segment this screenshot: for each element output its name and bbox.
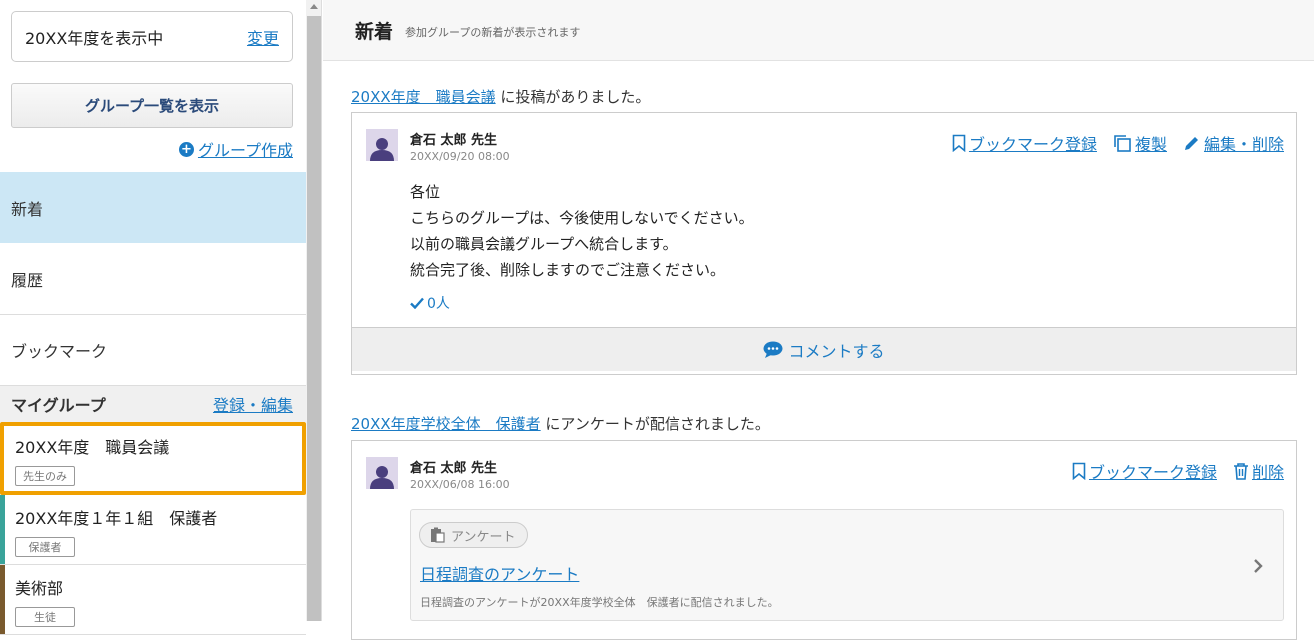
post-actions: ブックマーク登録 削除 [1072, 459, 1284, 483]
mygroup-edit-link[interactable]: 登録・編集 [213, 392, 293, 416]
mygroup-header: マイグループ 登録・編集 [0, 386, 306, 422]
survey-description: 日程調査のアンケートが20XX年度学校全体 保護者に配信されました。 [420, 596, 779, 609]
scrollbar-thumb[interactable] [307, 16, 321, 621]
group-name: 美術部 [15, 579, 64, 598]
copy-label: 複製 [1134, 135, 1167, 154]
pencil-icon [1184, 137, 1198, 150]
group-color-bar [0, 565, 5, 634]
main-header: 新着 参加グループの新着が表示されます [323, 0, 1314, 61]
clipboard-icon [431, 527, 445, 543]
current-year-label: 20XX年度を表示中 [25, 28, 164, 48]
avatar [366, 129, 398, 161]
chevron-right-icon [1254, 559, 1263, 573]
nav-item-label: 履歴 [11, 271, 44, 290]
page-title: 新着 [355, 20, 394, 43]
survey-card[interactable]: アンケート 日程調査のアンケート 日程調査のアンケートが20XX年度学校全体 保… [410, 509, 1284, 621]
post-body-line: 統合完了後、削除しますのでご注意ください。 [410, 261, 726, 279]
user-icon [370, 466, 394, 489]
sidebar: 20XX年度を表示中 変更 グループ一覧を表示 + グループ作成 新着 履歴 ブ… [0, 0, 306, 635]
post-group-link[interactable]: 20XX年度 職員会議 [351, 88, 496, 106]
nav-item-history[interactable]: 履歴 [0, 244, 306, 315]
post-date: 20XX/06/08 16:00 [410, 478, 510, 491]
comment-label: コメントする [788, 341, 885, 361]
bookmark-label: ブックマーク登録 [968, 135, 1097, 154]
nav-item-label: 新着 [11, 199, 44, 219]
main-content: 新着 参加グループの新着が表示されます 20XX年度 職員会議 に投稿がありまし… [323, 0, 1314, 640]
edit-delete-button[interactable]: 編集・削除 [1183, 131, 1284, 155]
group-color-bar [0, 495, 5, 564]
nav-item-new[interactable]: 新着 [0, 172, 306, 243]
group-tag: 生徒 [15, 607, 75, 627]
post-card: 倉石 太郎 先生 20XX/09/20 08:00 ブックマーク登録 複製 編集… [351, 112, 1297, 375]
copy-icon [1114, 134, 1131, 152]
post-caption-text: にアンケートが配信されました。 [545, 415, 770, 433]
trash-icon [1233, 463, 1248, 480]
likes-count[interactable]: 0人 [352, 283, 1296, 327]
change-year-link[interactable]: 変更 [247, 25, 279, 49]
group-list-button[interactable]: グループ一覧を表示 [11, 83, 293, 128]
post-card: 倉石 太郎 先生 20XX/06/08 16:00 ブックマーク登録 削除 アン… [351, 440, 1297, 640]
year-selector: 20XX年度を表示中 変更 [11, 11, 293, 62]
bookmark-icon [952, 134, 966, 152]
group-item-art-club[interactable]: 美術部 生徒 [0, 565, 306, 635]
post-body-line: 以前の職員会議グループへ統合します。 [410, 235, 678, 253]
bookmark-button[interactable]: ブックマーク登録 [952, 131, 1097, 155]
check-icon [410, 297, 424, 309]
survey-title-link[interactable]: 日程調査のアンケート [420, 561, 579, 585]
post-group-link[interactable]: 20XX年度学校全体 保護者 [351, 415, 541, 433]
delete-button[interactable]: 削除 [1233, 459, 1284, 483]
avatar [366, 457, 398, 489]
page-subtitle: 参加グループの新着が表示されます [405, 26, 581, 39]
post-body: 各位 こちらのグループは、今後使用しないでください。 以前の職員会議グループへ統… [352, 171, 1296, 283]
post-caption: 20XX年度 職員会議 に投稿がありました。 [351, 86, 650, 107]
post-author: 倉石 太郎 先生 [410, 133, 498, 148]
likes-label: 0人 [427, 296, 450, 312]
nav-item-bookmark[interactable]: ブックマーク [0, 315, 306, 386]
delete-label: 削除 [1251, 463, 1284, 482]
edit-delete-label: 編集・削除 [1203, 135, 1284, 154]
copy-button[interactable]: 複製 [1113, 131, 1167, 155]
post-date: 20XX/09/20 08:00 [410, 150, 510, 163]
group-item-staff-meeting[interactable]: 20XX年度 職員会議 先生のみ [0, 422, 306, 495]
group-name: 20XX年度 職員会議 [15, 438, 170, 457]
group-tag: 保護者 [15, 537, 75, 557]
post-caption: 20XX年度学校全体 保護者 にアンケートが配信されました。 [351, 413, 770, 434]
survey-chip: アンケート [419, 522, 529, 548]
scroll-up-icon[interactable] [310, 4, 318, 9]
post-header: 倉石 太郎 先生 20XX/06/08 16:00 ブックマーク登録 削除 [352, 441, 1296, 499]
post-header: 倉石 太郎 先生 20XX/09/20 08:00 ブックマーク登録 複製 編集… [352, 113, 1296, 171]
plus-circle-icon: + [178, 141, 194, 157]
user-icon [370, 138, 394, 161]
survey-chip-label: アンケート [451, 529, 516, 545]
post-body-line: こちらのグループは、今後使用しないでください。 [410, 209, 754, 227]
comment-icon [763, 341, 783, 358]
post-caption-text: に投稿がありました。 [500, 88, 651, 106]
mygroup-title: マイグループ [11, 396, 106, 415]
group-tag: 先生のみ [15, 466, 75, 486]
comment-button[interactable]: コメントする [352, 327, 1296, 371]
nav-item-label: ブックマーク [11, 342, 108, 361]
create-group-label: グループ作成 [197, 141, 293, 160]
post-author: 倉石 太郎 先生 [410, 461, 498, 476]
group-name: 20XX年度１年１組 保護者 [15, 509, 218, 528]
bookmark-label: ブックマーク登録 [1088, 463, 1217, 482]
sidebar-scrollbar[interactable] [306, 0, 322, 621]
post-body-line: 各位 [410, 183, 441, 201]
group-item-class-parents[interactable]: 20XX年度１年１組 保護者 保護者 [0, 495, 306, 565]
bookmark-icon [1072, 462, 1086, 480]
bookmark-button[interactable]: ブックマーク登録 [1072, 459, 1217, 483]
post-actions: ブックマーク登録 複製 編集・削除 [952, 131, 1284, 155]
create-group-link[interactable]: + グループ作成 [178, 137, 293, 161]
